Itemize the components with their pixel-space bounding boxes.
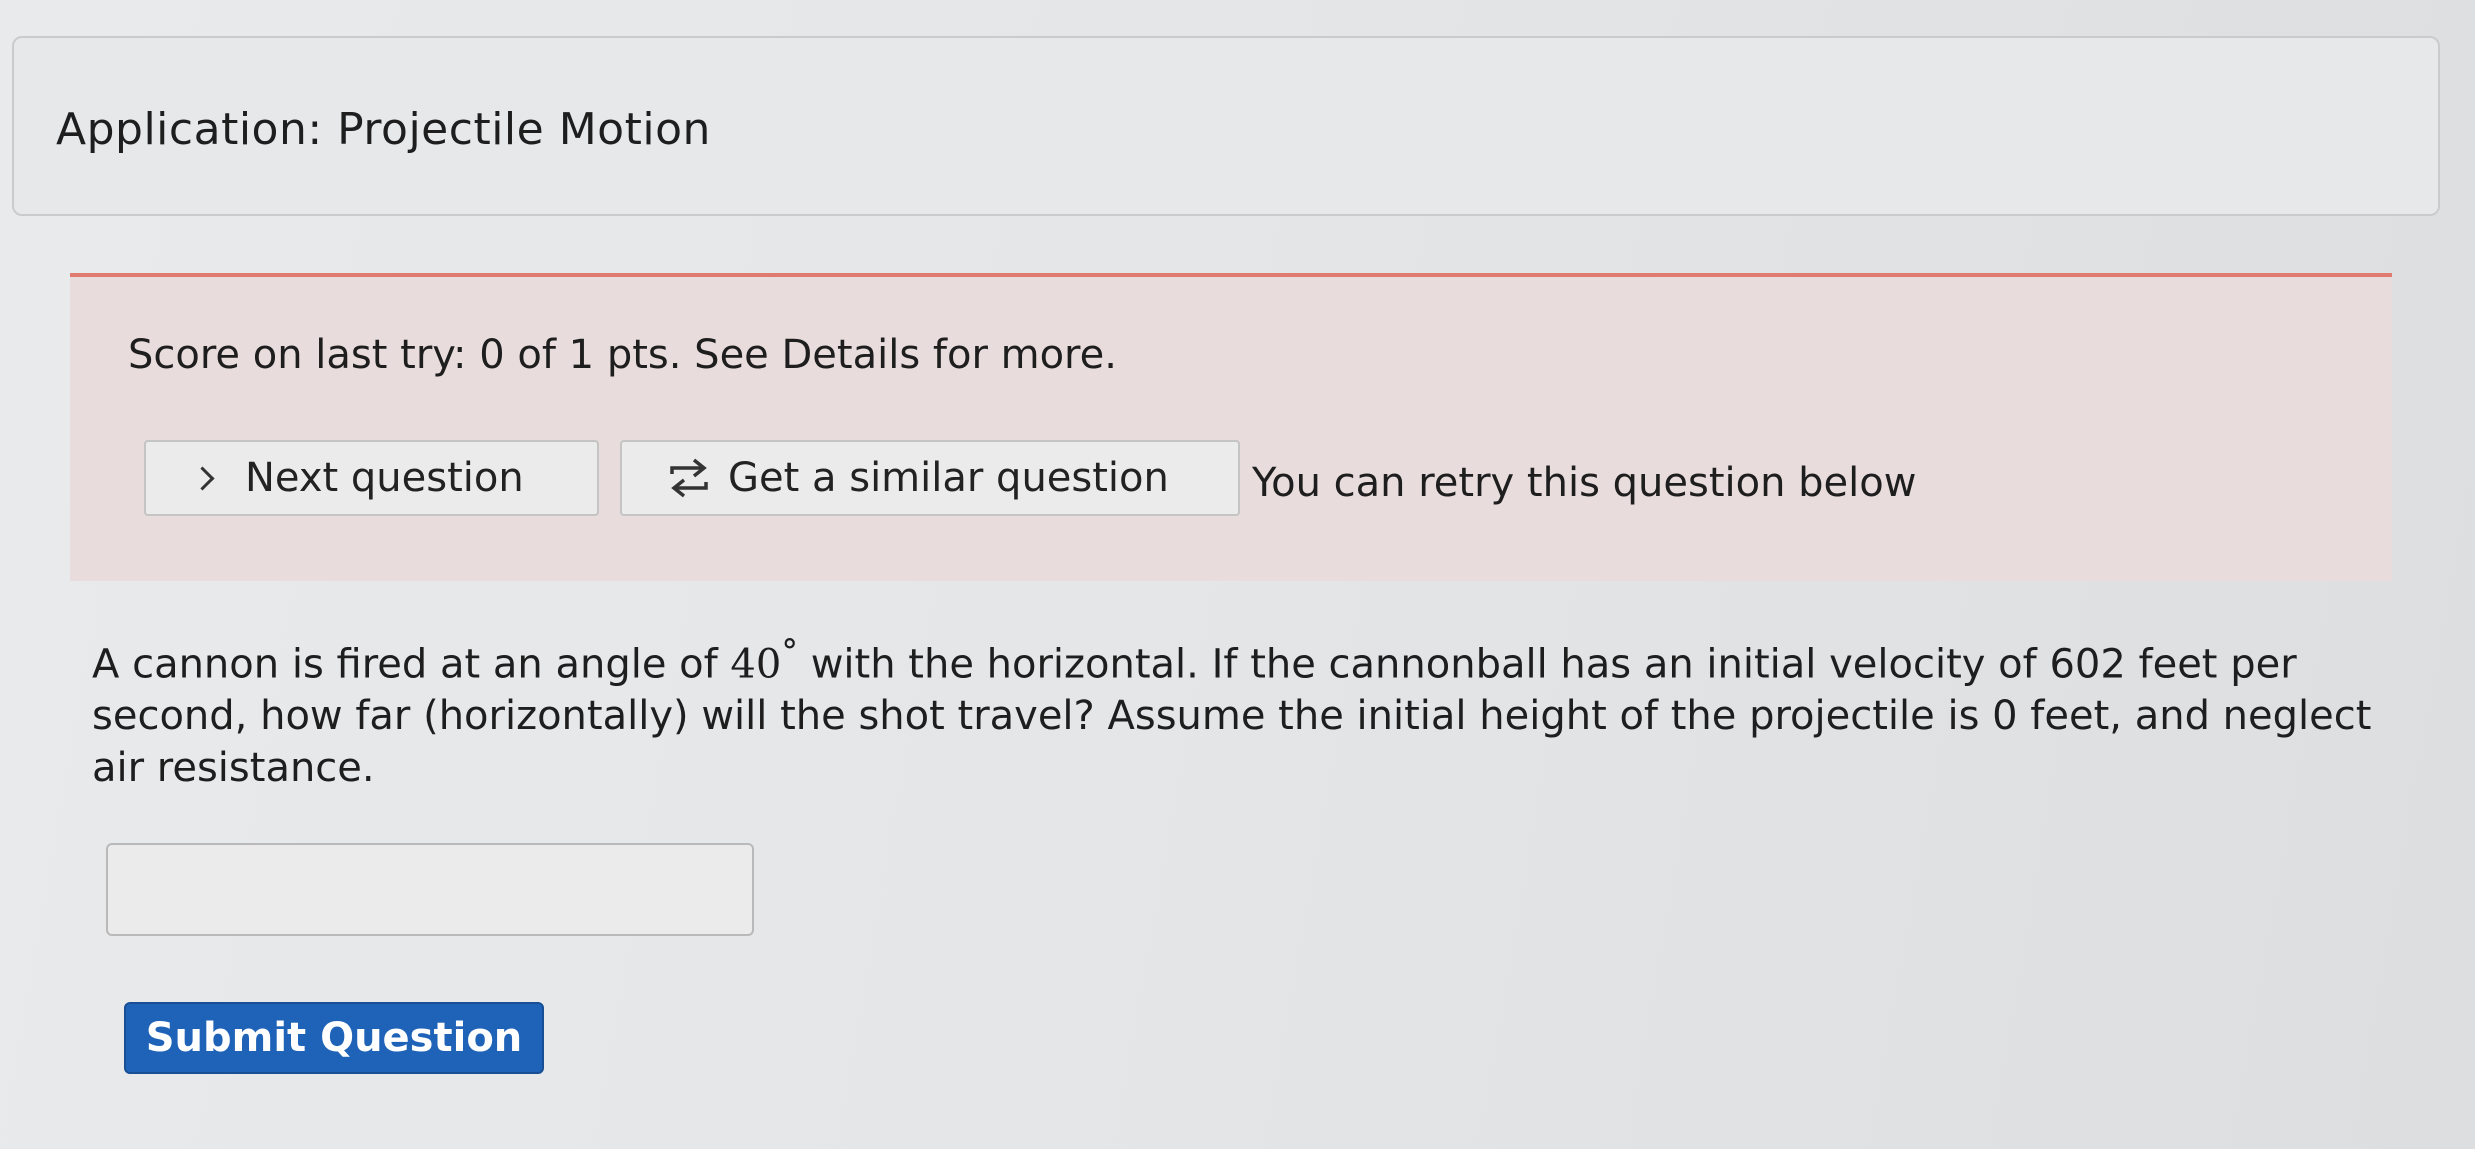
retry-message: You can retry this question below — [1252, 460, 1917, 506]
similar-question-button[interactable]: Get a similar question — [620, 440, 1240, 516]
degree-symbol: ° — [781, 632, 798, 671]
title-panel: Application: Projectile Motion — [12, 36, 2440, 216]
feedback-panel: Score on last try: 0 of 1 pts. See Detai… — [70, 273, 2392, 581]
page-title: Application: Projectile Motion — [56, 104, 711, 155]
question-text: A cannon is fired at an angle of 40° wit… — [92, 626, 2392, 794]
similar-question-label: Get a similar question — [728, 455, 1169, 501]
submit-question-button[interactable]: Submit Question — [124, 1002, 544, 1074]
retry-arrows-icon — [670, 458, 708, 498]
chevron-right-icon — [190, 465, 215, 491]
next-question-button[interactable]: Next question — [144, 440, 599, 516]
angle-value: 40 — [730, 641, 782, 688]
next-question-label: Next question — [245, 455, 524, 501]
question-text-before: A cannon is fired at an angle of — [92, 641, 731, 688]
answer-input[interactable] — [106, 843, 754, 936]
score-message: Score on last try: 0 of 1 pts. See Detai… — [128, 332, 1117, 378]
